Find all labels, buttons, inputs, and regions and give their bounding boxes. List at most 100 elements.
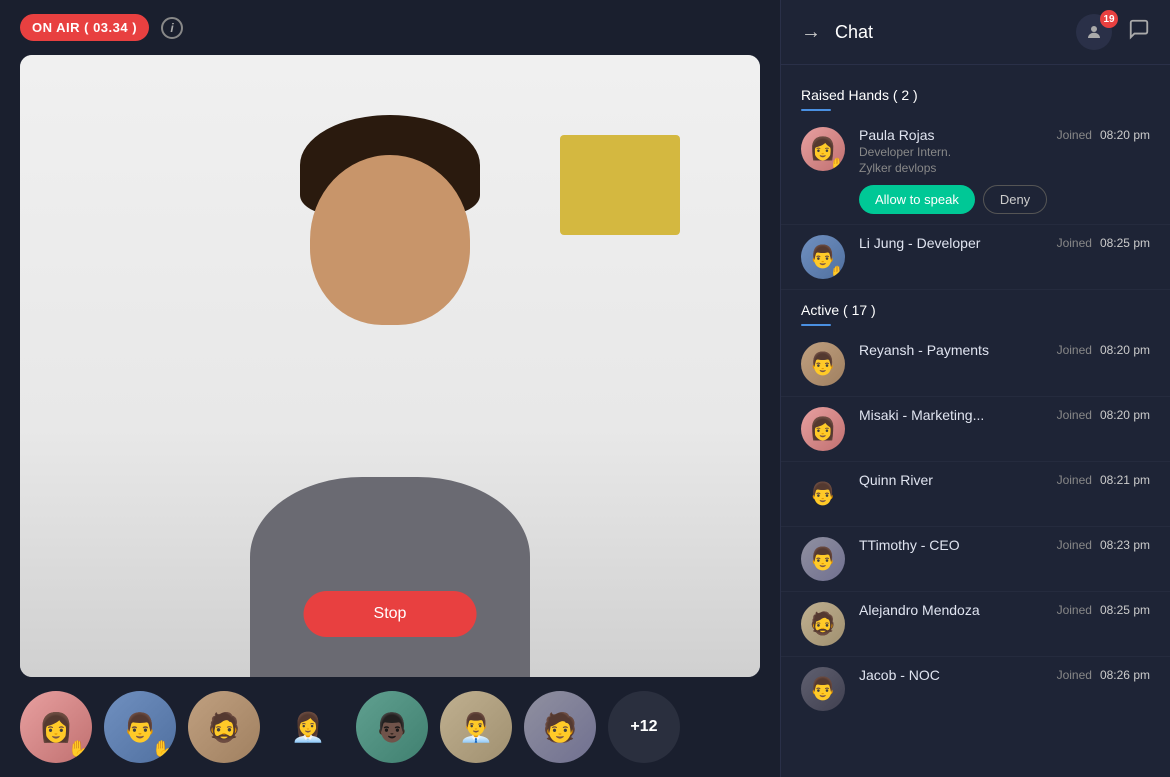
joined-label-jacob: Joined	[1057, 668, 1092, 682]
top-bar: ON AIR ( 03.34 ) i	[0, 0, 780, 55]
participant-count: 19	[1100, 10, 1118, 28]
name-timothy: TTimothy - CEO	[859, 537, 960, 553]
name-row-reyansh: Reyansh - Payments Joined 08:20 pm	[859, 342, 1150, 358]
thumbnails-bar: 👩 ✋ 👨 ✋ 🧔 👩‍💼 👨🏿 👨‍💼 🧑 +12	[0, 677, 780, 777]
chat-bubble-icon[interactable]	[1128, 18, 1150, 46]
thumbnail-3[interactable]: 🧔	[188, 691, 260, 763]
active-title: Active ( 17 )	[801, 302, 1150, 318]
info-timothy: TTimothy - CEO Joined 08:23 pm	[859, 537, 1150, 553]
participant-alejandro: 🧔 Alejandro Mendoza Joined 08:25 pm	[781, 592, 1170, 657]
time-lijung: 08:25 pm	[1100, 236, 1150, 250]
name-row-misaki: Misaki - Marketing... Joined 08:20 pm	[859, 407, 1150, 423]
avatar-face-alejandro: 🧔	[809, 602, 836, 646]
info-icon[interactable]: i	[161, 17, 183, 39]
stop-button[interactable]: Stop	[304, 591, 477, 637]
subtitle2-paula: Zylker devlops	[859, 161, 1150, 175]
name-quinn: Quinn River	[859, 472, 933, 488]
avatar-alejandro: 🧔	[801, 602, 845, 646]
participant-jacob: 👨 Jacob - NOC Joined 08:26 pm	[781, 657, 1170, 721]
avatar-timothy: 👨	[801, 537, 845, 581]
participant-quinn: 👨 Quinn River Joined 08:21 pm	[781, 462, 1170, 527]
chat-icon-svg	[1128, 18, 1150, 40]
time-alejandro: 08:25 pm	[1100, 603, 1150, 617]
hand-badge-paula: ✋	[830, 157, 845, 171]
status-misaki: Joined 08:20 pm	[1057, 408, 1150, 422]
hand-icon-2: ✋	[152, 739, 172, 759]
name-misaki: Misaki - Marketing...	[859, 407, 984, 423]
name-alejandro: Alejandro Mendoza	[859, 602, 980, 618]
back-arrow-icon[interactable]: →	[801, 21, 821, 44]
name-row-alejandro: Alejandro Mendoza Joined 08:25 pm	[859, 602, 1150, 618]
subtitle1-paula: Developer Intern.	[859, 145, 1150, 159]
person-body	[250, 477, 530, 677]
person-head	[290, 115, 490, 355]
avatar-misaki: 👩	[801, 407, 845, 451]
avatar-quinn: 👨	[801, 472, 845, 516]
thumbnail-7[interactable]: 🧑	[524, 691, 596, 763]
time-reyansh: 08:20 pm	[1100, 343, 1150, 357]
video-area: Stop	[20, 55, 760, 677]
time-paula: 08:20 pm	[1100, 128, 1150, 142]
avatar-jacob: 👨	[801, 667, 845, 711]
thumb-face-3: 🧔	[188, 691, 260, 763]
info-reyansh: Reyansh - Payments Joined 08:20 pm	[859, 342, 1150, 358]
thumbnail-4[interactable]: 👩‍💼	[272, 691, 344, 763]
thumb-face-6: 👨‍💼	[440, 691, 512, 763]
on-air-badge: ON AIR ( 03.34 )	[20, 14, 149, 41]
joined-label-paula: Joined	[1057, 128, 1092, 142]
user-count-badge[interactable]: 19	[1076, 14, 1112, 50]
section-divider-1	[801, 109, 831, 111]
hand-icon-1: ✋	[68, 739, 88, 759]
active-section-header: Active ( 17 )	[781, 290, 1170, 332]
right-panel: → Chat 19 Raised Hands ( 2 )	[780, 0, 1170, 777]
thumbnail-1[interactable]: 👩 ✋	[20, 691, 92, 763]
thumb-face-5: 👨🏿	[356, 691, 428, 763]
name-row-timothy: TTimothy - CEO Joined 08:23 pm	[859, 537, 1150, 553]
allow-speak-button[interactable]: Allow to speak	[859, 185, 975, 214]
name-row-jacob: Jacob - NOC Joined 08:26 pm	[859, 667, 1150, 683]
name-row-quinn: Quinn River Joined 08:21 pm	[859, 472, 1150, 488]
time-timothy: 08:23 pm	[1100, 538, 1150, 552]
section-divider-2	[801, 324, 831, 326]
header-icons: 19	[1076, 14, 1150, 50]
deny-button[interactable]: Deny	[983, 185, 1047, 214]
name-row-paula: Paula Rojas Joined 08:20 pm	[859, 127, 1150, 143]
joined-label-timothy: Joined	[1057, 538, 1092, 552]
room-decoration	[560, 135, 680, 235]
participant-reyansh: 👨 Reyansh - Payments Joined 08:20 pm	[781, 332, 1170, 397]
raised-hands-title: Raised Hands ( 2 )	[801, 87, 1150, 103]
status-paula: Joined 08:20 pm	[1057, 128, 1150, 142]
avatar-face-reyansh: 👨	[809, 342, 836, 386]
status-quinn: Joined 08:21 pm	[1057, 473, 1150, 487]
info-lijung: Li Jung - Developer Joined 08:25 pm	[859, 235, 1150, 251]
participant-lijung: 👨 ✋ Li Jung - Developer Joined 08:25 pm	[781, 225, 1170, 290]
participants-list[interactable]: Raised Hands ( 2 ) 👩 ✋ Paula Rojas Joine…	[781, 65, 1170, 777]
status-timothy: Joined 08:23 pm	[1057, 538, 1150, 552]
thumbnail-2[interactable]: 👨 ✋	[104, 691, 176, 763]
thumb-face-7: 🧑	[524, 691, 596, 763]
time-misaki: 08:20 pm	[1100, 408, 1150, 422]
participant-timothy: 👨 TTimothy - CEO Joined 08:23 pm	[781, 527, 1170, 592]
more-participants-badge[interactable]: +12	[608, 691, 680, 763]
name-reyansh: Reyansh - Payments	[859, 342, 989, 358]
thumbnail-6[interactable]: 👨‍💼	[440, 691, 512, 763]
joined-label-quinn: Joined	[1057, 473, 1092, 487]
joined-label-misaki: Joined	[1057, 408, 1092, 422]
participant-paula: 👩 ✋ Paula Rojas Joined 08:20 pm Develope…	[781, 117, 1170, 225]
status-reyansh: Joined 08:20 pm	[1057, 343, 1150, 357]
avatar-face-timothy: 👨	[809, 537, 836, 581]
info-paula: Paula Rojas Joined 08:20 pm Developer In…	[859, 127, 1150, 214]
avatar-lijung: 👨 ✋	[801, 235, 845, 279]
person-icon	[1085, 23, 1103, 41]
hand-badge-lijung: ✋	[830, 265, 845, 279]
video-inner: Stop	[20, 55, 760, 677]
name-jacob: Jacob - NOC	[859, 667, 940, 683]
info-quinn: Quinn River Joined 08:21 pm	[859, 472, 1150, 488]
chat-title: Chat	[835, 22, 1062, 43]
right-header: → Chat 19	[781, 0, 1170, 65]
name-paula: Paula Rojas	[859, 127, 935, 143]
avatar-paula: 👩 ✋	[801, 127, 845, 171]
thumbnail-5[interactable]: 👨🏿	[356, 691, 428, 763]
info-misaki: Misaki - Marketing... Joined 08:20 pm	[859, 407, 1150, 423]
avatar-reyansh: 👨	[801, 342, 845, 386]
